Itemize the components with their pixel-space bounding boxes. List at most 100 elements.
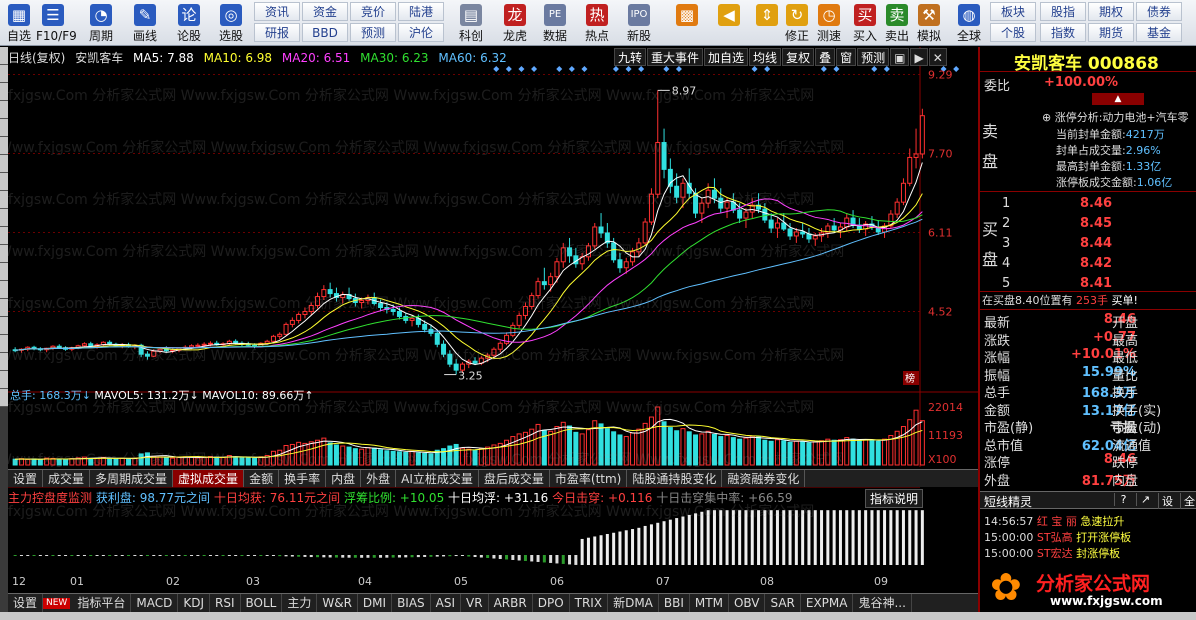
event-diamond-icon[interactable] [493, 66, 500, 72]
indicator-tab[interactable]: ASI [431, 594, 462, 612]
chart-btn-2[interactable]: 加自选 [704, 48, 749, 66]
volume-tab[interactable]: 金额 [244, 470, 280, 487]
volume-tab[interactable]: 陆股通持股变化 [627, 470, 723, 487]
indicator-tab[interactable]: ARBR [489, 594, 533, 612]
left-strip-tab[interactable] [0, 173, 8, 191]
event-diamond-icon[interactable] [581, 66, 588, 72]
left-strip-tab[interactable] [0, 191, 8, 209]
toolbar-quick-button[interactable]: BBD [302, 23, 348, 42]
event-diamond-icon[interactable] [505, 66, 512, 72]
indicator-tab[interactable]: DMI [358, 594, 393, 612]
volume-tab[interactable]: AI立桩成交量 [396, 470, 479, 487]
toolbar-color-block-button[interactable]: ▩ [670, 2, 704, 44]
toolbar-select-button[interactable]: ◎ 选股 [214, 2, 248, 44]
indicator-tab[interactable]: MACD [131, 594, 179, 612]
volume-tab[interactable]: 市盈率(ttm) [550, 470, 628, 487]
toolbar-quick-button[interactable]: 资金 [302, 2, 348, 21]
left-strip-tab[interactable] [0, 299, 8, 317]
left-strip-tab[interactable] [0, 119, 8, 137]
jingxuan-btn[interactable]: 设 [1158, 493, 1176, 509]
left-strip-tab[interactable] [0, 389, 8, 407]
toolbar-grid-button[interactable]: ▦ 自选 [2, 2, 36, 44]
toolbar-quick-button[interactable]: 基金 [1136, 23, 1182, 42]
sprite-row[interactable]: 14:56:57 红 宝 丽 急速拉升 [984, 513, 1124, 529]
chart-btn-6[interactable]: 窗 [836, 48, 857, 66]
toolbar-quick-button[interactable]: 股指 [1040, 2, 1086, 21]
toolbar-timer-button[interactable]: ◷ 测速 [812, 2, 846, 44]
jingxuan-btn[interactable]: 全 [1180, 493, 1196, 509]
indicator-tab[interactable]: 指标平台 [72, 594, 132, 612]
indicator-tab[interactable]: RSI [210, 594, 241, 612]
indicator-tab[interactable]: 新DMA [608, 594, 659, 612]
indicator-tab[interactable]: MTM [690, 594, 729, 612]
chart-btn-0[interactable]: 九转 [614, 48, 647, 66]
event-diamond-icon[interactable] [568, 66, 575, 72]
indicator-tab[interactable]: BIAS [392, 594, 431, 612]
indicator-tab[interactable]: 设置 [8, 594, 44, 612]
kline-svg[interactable]: 8.97 3.25 9.29 7.70 6.11 4.52 榜总手: 168.3万↓ MAV… [8, 47, 978, 592]
window-icon[interactable]: ▣ [890, 48, 910, 66]
indicator-tab[interactable]: KDJ [178, 594, 210, 612]
toolbar-list-button[interactable]: ☰ F10/F9 [36, 2, 77, 44]
jingxuan-btn[interactable]: ↗ [1136, 493, 1154, 506]
toolbar-buy-button[interactable]: 买买入 [848, 2, 882, 44]
volume-tab[interactable]: 融资融券变化 [722, 470, 806, 487]
event-diamond-icon[interactable] [531, 66, 538, 72]
toolbar-up-down-button[interactable]: ⇕ [750, 2, 784, 44]
toolbar-quick-button[interactable]: 竞价 [350, 2, 396, 21]
toolbar-quick-button[interactable]: 指数 [1040, 23, 1086, 42]
left-strip-tab[interactable] [0, 137, 8, 155]
indicator-tab[interactable]: BOLL [241, 594, 283, 612]
toolbar-quick-button[interactable]: 个股 [990, 23, 1036, 42]
chart-btn-5[interactable]: 叠 [815, 48, 836, 66]
close-icon[interactable]: ✕ [928, 48, 947, 66]
volume-tab[interactable]: 设置 [8, 470, 44, 487]
toolbar-dragon-button[interactable]: 龙龙虎 [498, 2, 532, 44]
toolbar-quick-button[interactable]: 板块 [990, 2, 1036, 21]
left-strip-tab[interactable] [0, 317, 8, 335]
indicator-tab[interactable]: OBV [729, 594, 766, 612]
toolbar-quick-button[interactable]: 期货 [1088, 23, 1134, 42]
event-diamond-icon[interactable] [833, 66, 840, 72]
kline-chart-area[interactable]: 8.97 3.25 9.29 7.70 6.11 4.52 榜总手: 168.3万↓ MAV… [8, 47, 978, 592]
left-side-strip[interactable] [0, 47, 8, 620]
toolbar-hot-button[interactable]: 热热点 [580, 2, 614, 44]
toolbar-quick-button[interactable]: 预测 [350, 23, 396, 42]
indicator-tab[interactable]: TRIX [570, 594, 609, 612]
toolbar-quick-button[interactable]: 研报 [254, 23, 300, 42]
indicator-help-button[interactable]: 指标说明 [865, 489, 924, 508]
volume-tab[interactable]: 换手率 [279, 470, 327, 487]
toolbar-quick-button[interactable]: 沪伦 [398, 23, 444, 42]
toolbar-quick-button[interactable]: 期权 [1088, 2, 1134, 21]
left-strip-tab[interactable] [0, 371, 8, 389]
chart-btn-4[interactable]: 复权 [782, 48, 815, 66]
toolbar-quick-button[interactable]: 资讯 [254, 2, 300, 21]
volume-tab[interactable]: 内盘 [326, 470, 362, 487]
sprite-row[interactable]: 15:00:00 ST宏达 封涨停板 [984, 545, 1120, 561]
toolbar-back-arrow-button[interactable]: ◀ [712, 2, 746, 44]
left-strip-tab[interactable] [0, 47, 8, 65]
toolbar-clock-button[interactable]: ◔ 周期 [84, 2, 118, 44]
volume-tab[interactable]: 虚拟成交量 [173, 470, 245, 487]
event-diamond-icon[interactable] [953, 66, 960, 72]
chart-btn-3[interactable]: 均线 [749, 48, 782, 66]
left-strip-tab[interactable] [0, 101, 8, 119]
play-icon[interactable]: ▶ [910, 48, 928, 66]
toolbar-quick-button[interactable]: 陆港 [398, 2, 444, 21]
sprite-row[interactable]: 15:00:00 ST弘高 打开涨停板 [984, 529, 1131, 545]
left-strip-tab[interactable] [0, 335, 8, 353]
indicator-tab[interactable]: VR [461, 594, 489, 612]
toolbar-pen-button[interactable]: ✎ 画线 [128, 2, 162, 44]
left-strip-tab[interactable] [0, 65, 8, 83]
toolbar-sell-button[interactable]: 卖卖出 [880, 2, 914, 44]
toolbar-lun-button[interactable]: 论论股 [172, 2, 206, 44]
toolbar-refresh-button[interactable]: ↻ 修正 [780, 2, 814, 44]
toolbar-pe-button[interactable]: PE 数据 [538, 2, 572, 44]
event-diamond-icon[interactable] [556, 66, 563, 72]
volume-tab[interactable]: 外盘 [361, 470, 397, 487]
indicator-tab[interactable]: 主力 [282, 594, 318, 612]
indicator-tab[interactable]: DPO [533, 594, 570, 612]
volume-tab[interactable]: 盘后成交量 [479, 470, 550, 487]
volume-tab[interactable]: 多周期成交量 [90, 470, 174, 487]
chart-btn-7[interactable]: 预测 [857, 48, 890, 66]
